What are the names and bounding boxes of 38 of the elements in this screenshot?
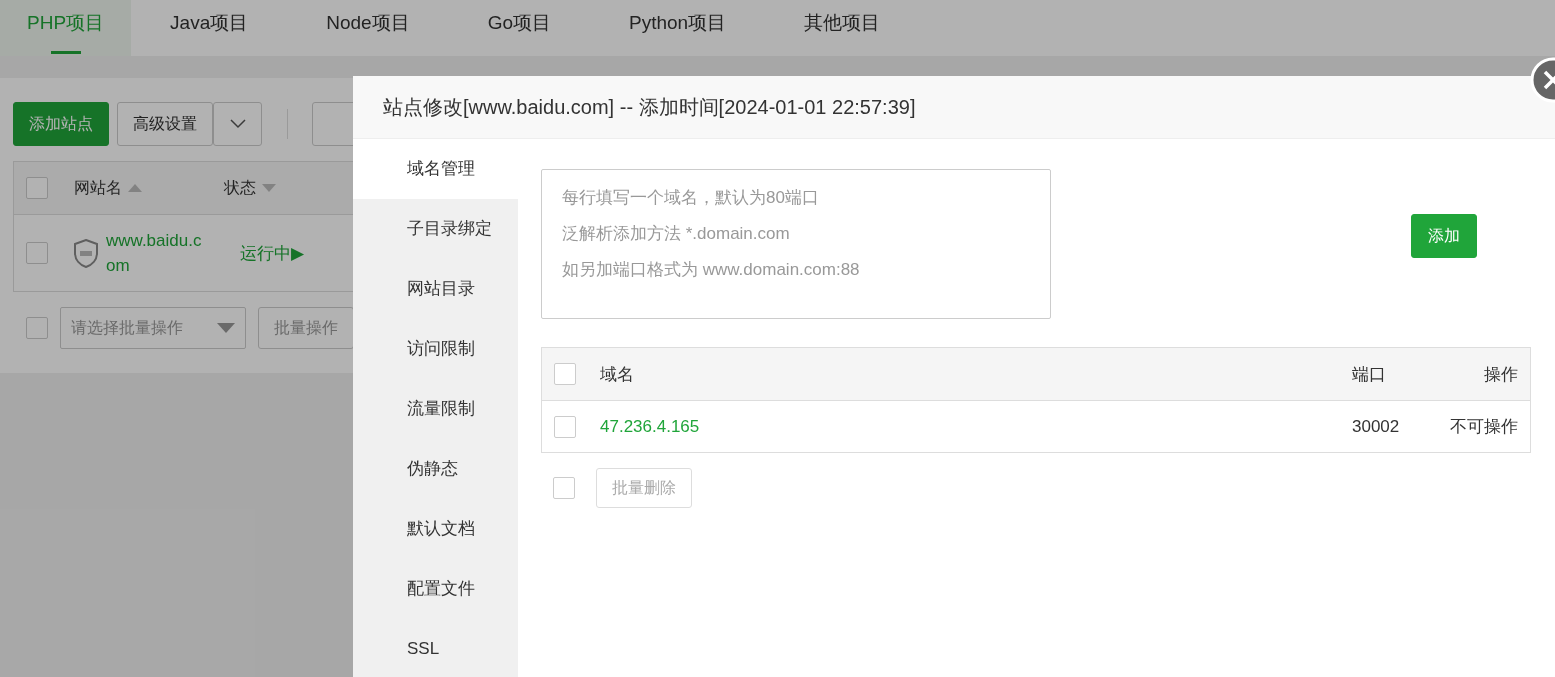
nav-item[interactable]: 访问限制	[353, 319, 518, 379]
checkbox[interactable]	[26, 177, 48, 199]
project-tab[interactable]: 其他项目	[765, 0, 920, 56]
placeholder-text: 每行填写一个域名，默认为80端口	[562, 187, 819, 209]
sort-down-icon	[262, 184, 276, 192]
placeholder-text: 泛解析添加方法 *.domain.com	[562, 223, 790, 245]
placeholder-text: 如另加端口格式为 www.domain.com:88	[562, 259, 860, 281]
nav-item[interactable]: 配置文件	[353, 559, 518, 619]
waf-shield-icon	[74, 238, 98, 268]
column-header[interactable]: 网站名	[74, 177, 122, 199]
dropdown-button[interactable]	[213, 102, 262, 146]
nav-item[interactable]: 域名管理	[353, 139, 518, 199]
project-tab[interactable]: Python项目	[590, 0, 766, 56]
column-header: 端口	[1352, 363, 1387, 386]
nav-item[interactable]: 流量限制	[353, 379, 518, 439]
column-header: 操作	[1483, 363, 1518, 386]
nav-item[interactable]: 伪静态	[353, 439, 518, 499]
nav-item[interactable]: 网站目录	[353, 259, 518, 319]
column-header[interactable]: 状态	[224, 177, 256, 199]
checkbox[interactable]	[26, 242, 48, 264]
checkbox[interactable]	[554, 363, 576, 385]
sort-up-icon	[128, 184, 142, 192]
checkbox[interactable]	[26, 317, 48, 339]
chevron-down-icon	[229, 119, 246, 129]
column-header: 域名	[600, 363, 635, 386]
table-cell-text: 不可操作	[1449, 416, 1518, 438]
checkbox[interactable]	[554, 415, 576, 438]
nav-item[interactable]: 子目录绑定	[353, 199, 518, 259]
advanced-settings-button[interactable]: 高级设置	[117, 102, 213, 146]
nav-item[interactable]: 默认文档	[353, 499, 518, 559]
project-tab[interactable]: Java项目	[131, 0, 288, 56]
dialog-title: 站点修改[www.baidu.com] -- 添加时间[2024-01-01 22:57:39]	[383, 94, 916, 120]
project-tab[interactable]: Go项目	[448, 0, 590, 56]
nav-item[interactable]: SSL	[353, 619, 518, 677]
checkbox[interactable]	[553, 477, 575, 499]
table-cell-text: 30002	[1352, 416, 1401, 437]
project-tab[interactable]: Node项目	[287, 0, 449, 56]
caret-down-icon	[217, 323, 235, 333]
